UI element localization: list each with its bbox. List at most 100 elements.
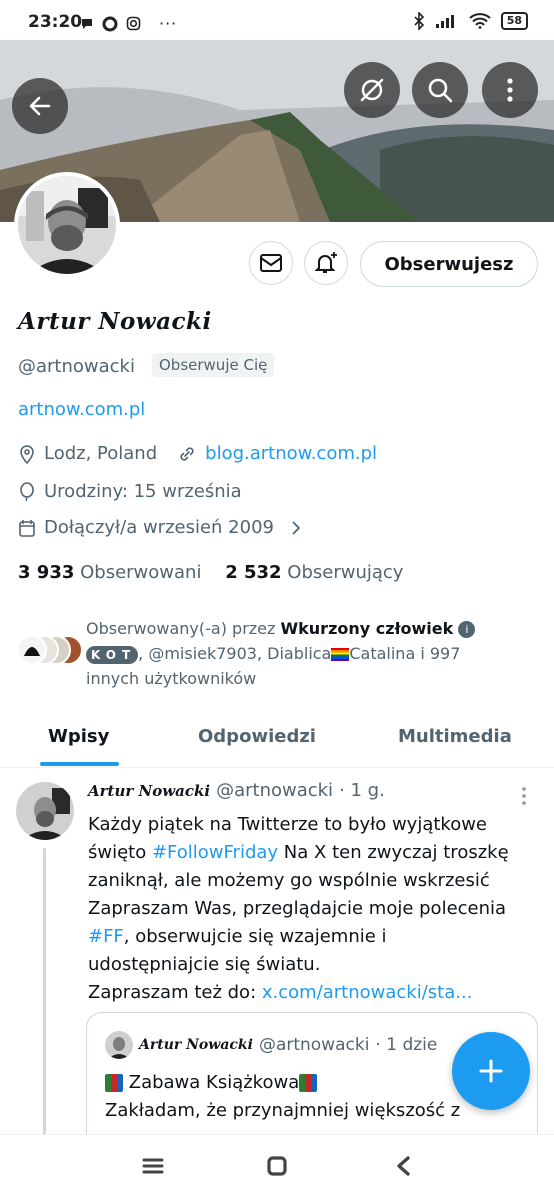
tweet-author-avatar[interactable] [16,782,74,840]
profile-website-link[interactable]: artnow.com.pl [18,399,145,420]
wifi-icon [469,13,491,29]
followed-by-rest: @misiek7903, Diablica [148,644,332,663]
quote-author-name: Artur Nowacki [139,1037,253,1053]
more-button[interactable] [482,62,538,118]
tweet-line: zaniknął, ale możemy go wspólnie wskrzes… [88,870,490,891]
search-icon [428,78,453,103]
battery-indicator: 58 [500,12,528,30]
tweet-avatar-photo [16,782,74,840]
tweet-line: Zapraszam też do: x.com/artnowacki/sta..… [88,982,473,1003]
signal-icon [435,15,454,28]
home-square-icon [267,1156,287,1176]
rainbow-flag-icon [331,648,350,661]
profile-handle: @artnowacki [18,356,135,377]
followed-by-text[interactable]: Obserwowany(-a) przez Wkurzony człowiek … [86,616,506,691]
profile-avatar[interactable] [14,172,120,278]
home-button[interactable] [266,1155,288,1181]
quote-author-avatar [105,1031,133,1059]
quote-line: Zakładam, że przynajmniej większość z [105,1100,461,1121]
search-button[interactable] [412,62,468,118]
status-time: 23:20 [28,12,83,32]
info-icon: i [458,621,476,638]
record-icon [102,16,118,31]
balloon-icon [20,481,34,501]
tweet-line: udostępniajcie się światu. [88,954,321,975]
quote-author-handle: @artnowacki [258,1035,370,1055]
bell-plus-icon [314,252,337,273]
quote-header: Artur Nowacki @artnowacki · 1 dzie [105,1031,437,1059]
tweet-time: · 1 g. [339,780,385,801]
thread-line [43,848,46,1138]
back-triangle-icon [397,1156,410,1176]
kot-badge: KOT [86,645,139,664]
follow-counts: 3 933 Obserwowani 2 532 Obserwujący [18,562,403,583]
books-icon [299,1074,318,1092]
profile-display-name: Artur Nowacki [18,308,212,335]
followed-by-name: Wkurzony człowiek [280,619,454,638]
joined-text: Dołączył/a wrzesień 2009 [44,517,274,538]
hashtag-followfriday[interactable]: #FollowFriday [152,842,278,863]
tweet-author-handle[interactable]: @artnowacki [216,780,333,801]
notification-icons: ··· [80,14,177,33]
back-button[interactable] [12,78,68,134]
profile-tabs: Wpisy Odpowiedzi Multimedia [0,710,554,768]
bluetooth-icon [414,12,424,30]
birthday-row: Urodziny: 15 września [18,481,242,502]
status-right: 58 [413,12,528,30]
quote-time: · 1 dzie [375,1035,438,1055]
more-notifications-icon: ··· [159,14,178,33]
instagram-icon [126,16,141,31]
followers-count: 2 532 [225,562,282,583]
message-button[interactable] [249,241,293,285]
tab-media[interactable]: Multimedia [398,726,512,747]
tweet-author-name[interactable]: Artur Nowacki [88,782,210,800]
books-icon [105,1074,123,1092]
link-icon [180,446,194,461]
compose-button[interactable] [452,1032,530,1110]
arrow-left-icon [29,96,51,116]
location-pin-icon [20,444,34,464]
tab-replies[interactable]: Odpowiedzi [198,726,316,747]
following-count: 3 933 [18,562,75,583]
tweet-line: Każdy piątek na Twitterze to było wyjątk… [88,814,488,835]
hashtag-ff[interactable]: #FF [88,926,124,947]
following-label: Obserwowani [80,562,202,583]
calendar-icon [19,519,35,537]
tweet-link[interactable]: x.com/artnowacki/sta... [262,982,473,1003]
joined-row[interactable]: Dołączył/a wrzesień 2009 [18,517,302,538]
tweet-line: #FF, obserwujcie się wzajemnie i [88,926,387,947]
tab-posts[interactable]: Wpisy [48,726,109,747]
more-vertical-icon [522,787,526,805]
following-link[interactable]: 3 933 Obserwowani [18,562,201,583]
chat-bubble-icon [82,18,92,29]
grok-icon [360,78,384,102]
recents-button[interactable] [142,1157,164,1179]
tweet-more-button[interactable] [520,786,528,810]
avatar-stack [17,635,83,665]
chevron-right-icon [292,520,301,535]
active-tab-indicator [40,762,119,766]
plus-icon [479,1059,503,1083]
envelope-icon [260,254,282,272]
following-button[interactable]: Obserwujesz [360,241,538,287]
menu-icon [142,1158,164,1174]
avatar-photo [18,176,116,274]
more-vertical-icon [507,78,513,102]
location-text: Lodz, Poland [44,443,158,464]
tweet-header: Artur Nowacki @artnowacki · 1 g. [88,780,385,801]
system-back-button[interactable] [394,1155,412,1181]
grok-button[interactable] [344,62,400,118]
birthday-text: Urodziny: 15 września [44,481,242,502]
blog-link[interactable]: blog.artnow.com.pl [205,443,377,464]
tweet-body: Każdy piątek na Twitterze to było wyjątk… [88,811,538,1007]
tweet-line: święto #FollowFriday Na X ten zwyczaj tr… [88,842,509,863]
followers-you-know-avatars[interactable] [16,632,83,668]
tweet-line: Zapraszam Was, przeglądajcie moje polece… [88,898,507,919]
location-row: Lodz, Poland blog.artnow.com.pl [18,443,377,464]
system-nav-bar [0,1134,554,1200]
notifications-button[interactable] [304,241,348,285]
followers-label: Obserwujący [287,562,404,583]
followed-by-prefix: Obserwowany(-a) przez [86,619,276,638]
followers-link[interactable]: 2 532 Obserwujący [225,562,403,583]
status-bar: 23:20 ··· 58 [0,0,554,40]
